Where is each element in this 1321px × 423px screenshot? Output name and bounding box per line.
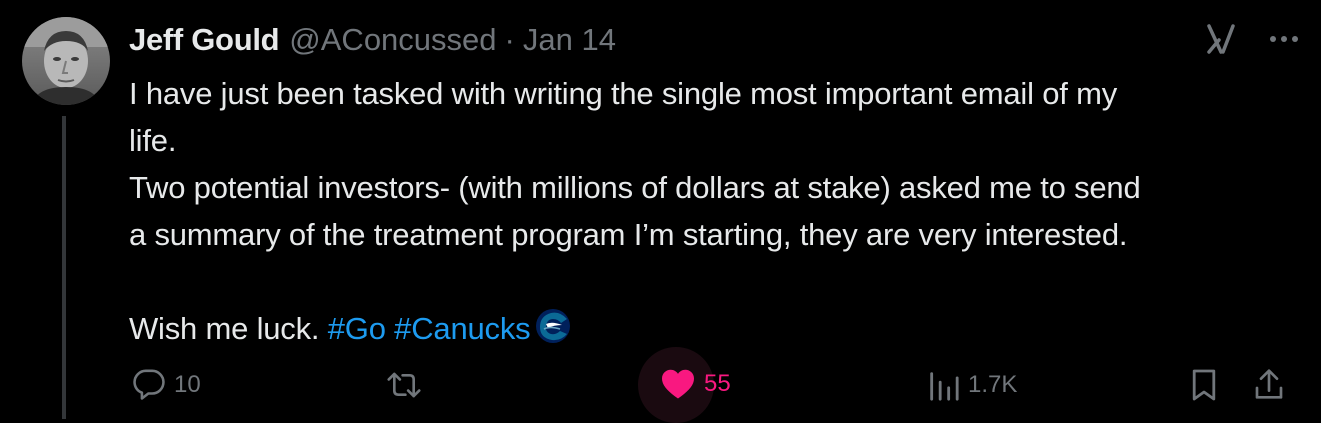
retweet-icon [386,368,422,402]
closing-text: Wish me luck. [129,311,320,346]
views-icon [926,368,960,402]
tweet-date[interactable]: Jan 14 [523,22,616,58]
closing-line: Wish me luck. #Go #Canucks [129,305,1304,352]
text-line: a summary of the treatment program I’m s… [129,217,1128,252]
reply-count: 10 [174,371,201,398]
text-line: Two potential investors- (with millions … [129,170,1141,205]
views-count: 1.7K [968,371,1018,398]
author-name[interactable]: Jeff Gould [129,22,280,58]
retweet-button[interactable] [386,368,430,402]
share-icon [1253,366,1285,402]
heart-icon [660,368,696,400]
avatar[interactable] [22,17,110,105]
hashtag-go[interactable]: #Go [328,311,386,346]
text-line: I have just been tasked with writing the… [129,76,1117,111]
grok-icon[interactable] [1205,22,1239,56]
text-spacer [129,258,1304,305]
tweet-actions: 10 55 1.7K [0,347,1321,423]
reply-button[interactable]: 10 [132,368,201,402]
share-button[interactable] [1253,366,1285,402]
reply-icon [132,368,166,402]
hashtag-canucks[interactable]: #Canucks [394,311,530,346]
bookmark-button[interactable] [1190,368,1218,402]
separator-dot: · [504,22,515,57]
more-icon[interactable] [1269,34,1299,44]
views-button[interactable]: 1.7K [926,368,1017,402]
tweet[interactable]: Jeff Gould @AConcussed · Jan 14 I have j… [0,0,1321,423]
tweet-header: Jeff Gould @AConcussed · Jan 14 [129,20,616,60]
canucks-logo-icon [534,307,572,345]
text-line: life. [129,123,177,158]
tweet-text: I have just been tasked with writing the… [129,70,1304,352]
like-button[interactable]: 55 [660,368,731,400]
top-icons [1205,22,1299,56]
author-handle[interactable]: @AConcussed [289,22,496,58]
like-count: 55 [704,370,731,397]
bookmark-icon [1190,368,1218,402]
